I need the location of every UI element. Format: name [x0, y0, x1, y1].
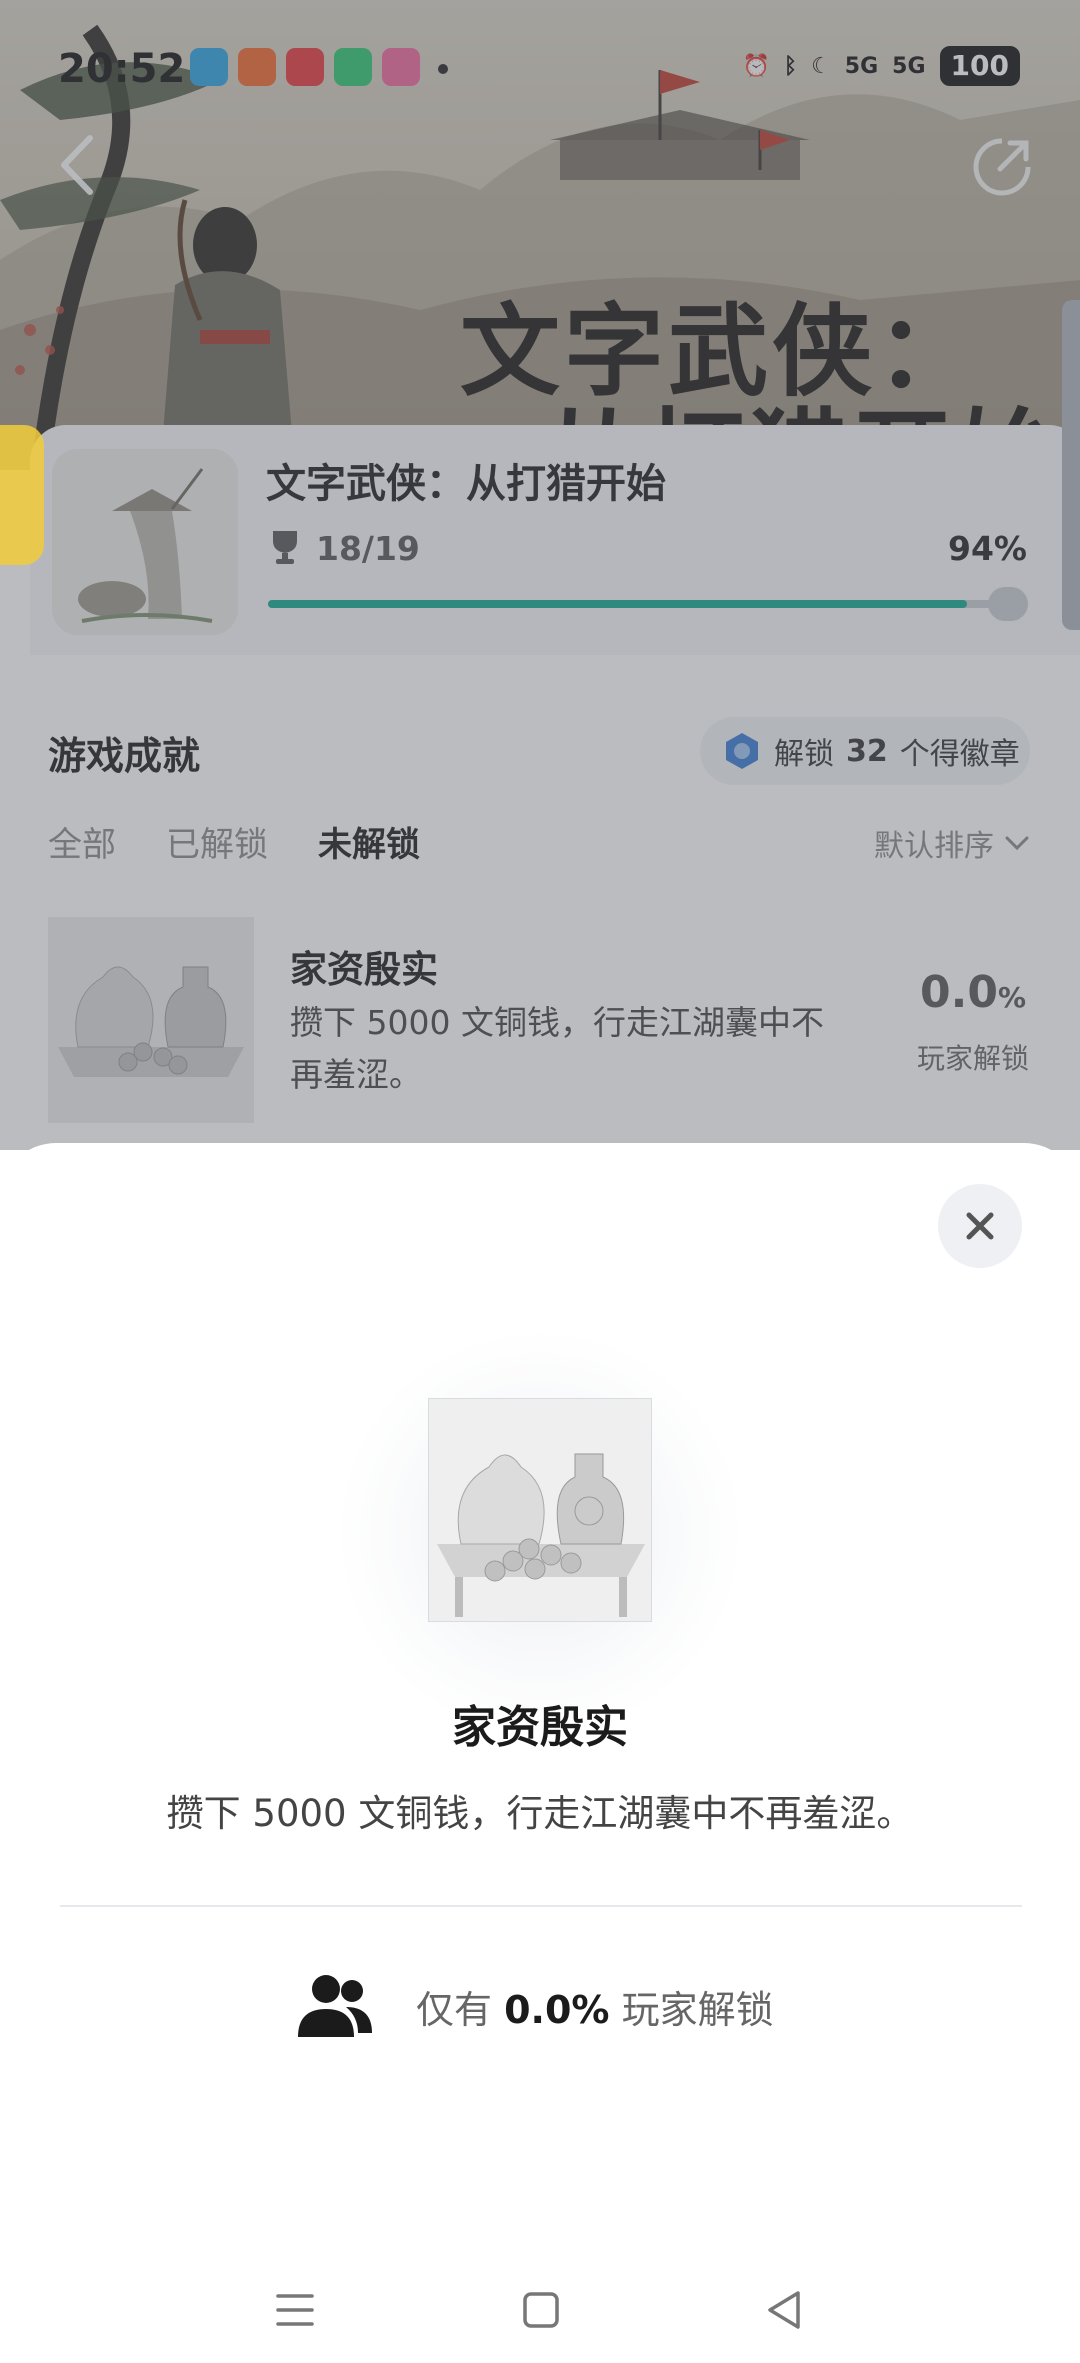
- floating-edge-widget[interactable]: [0, 425, 44, 565]
- side-drawer-handle[interactable]: [1062, 300, 1080, 630]
- game-detail-page: 文字武侠： 从打猎开始 20:52 ⏰ ᛒ ☾ 5G 5G 100: [0, 0, 1080, 1150]
- home-icon[interactable]: [522, 2291, 560, 2329]
- system-navigation-bar: [0, 2249, 1080, 2363]
- unlock-value: 0.0%: [504, 1988, 610, 2032]
- menu-icon[interactable]: [276, 2293, 314, 2327]
- sheet-achievement-title: 家资殷实: [452, 1702, 628, 1753]
- achievement-detail-sheet: 家资殷实 攒下 5000 文铜钱，行走江湖囊中不再羞涩。 仅有 0.0% 玩家解…: [0, 1143, 1080, 2363]
- nav-back-icon[interactable]: [766, 2289, 802, 2331]
- coins-pouch-illustration-large: [429, 1399, 651, 1621]
- close-button[interactable]: [938, 1184, 1022, 1268]
- unlock-rate-text: 仅有 0.0% 玩家解锁: [416, 1979, 774, 2034]
- unlock-prefix: 仅有: [416, 1988, 493, 2032]
- sheet-achievement-description: 攒下 5000 文铜钱，行走江湖囊中不再羞涩。: [166, 1792, 914, 1835]
- modal-backdrop[interactable]: [0, 0, 1080, 1150]
- close-icon: [966, 1212, 994, 1240]
- unlock-suffix: 玩家解锁: [621, 1988, 774, 2032]
- people-icon: [298, 1975, 372, 2037]
- achievement-image: [428, 1398, 652, 1622]
- divider: [60, 1905, 1022, 1907]
